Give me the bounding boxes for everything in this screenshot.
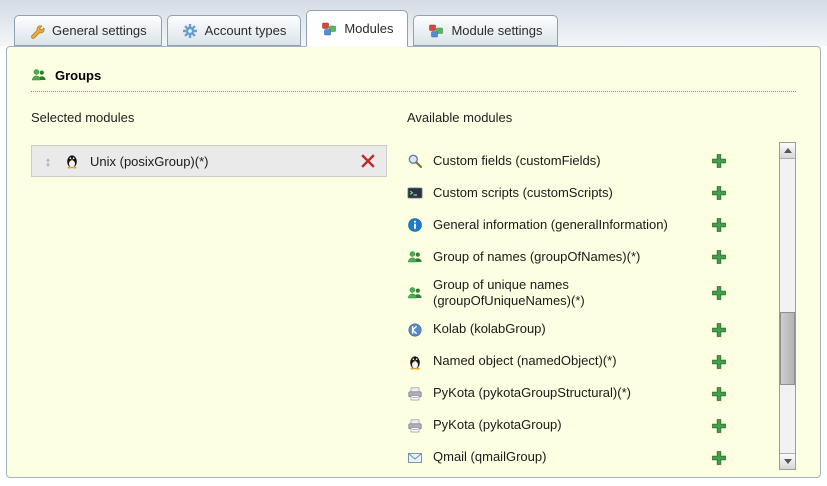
available-modules-list: Custom fields (customFields) Custom scri… [407,145,796,474]
module-label: PyKota (pykotaGroup) [433,417,701,433]
wrench-icon [29,23,45,39]
tab-label: Modules [344,21,393,36]
up-arrow-icon [784,148,792,153]
selected-module-row[interactable]: ↕ Unix (posixGroup)(*) [31,145,387,177]
add-module-button[interactable] [711,386,727,402]
tab-general-settings[interactable]: General settings [14,15,162,46]
modules-panel: Groups Selected modules ↕ Unix (posixGro… [6,46,821,478]
available-module-row: Custom scripts (customScripts) [407,177,762,209]
plus-icon [711,386,727,402]
tab-label: Account types [205,23,287,38]
tab-module-settings[interactable]: Module settings [413,15,557,46]
add-module-button[interactable] [711,354,727,370]
printer-icon [407,418,423,434]
add-module-button[interactable] [711,185,727,201]
scroll-up-button[interactable] [780,143,795,159]
plus-icon [711,217,727,233]
module-label: PyKota (pykotaGroupStructural)(*) [433,385,701,401]
plus-icon [711,185,727,201]
available-modules-column: Available modules Custom fields (customF… [407,110,796,474]
module-label: Group of unique names (groupOfUniqueName… [433,277,701,310]
plus-icon [711,153,727,169]
available-module-row: Qmail (qmailGroup) [407,442,762,474]
available-module-row: Group of unique names (groupOfUniqueName… [407,273,762,314]
add-module-button[interactable] [711,285,727,301]
module-columns: Selected modules ↕ Unix (posixGroup)(*) … [31,110,796,474]
add-module-button[interactable] [711,418,727,434]
add-module-button[interactable] [711,249,727,265]
module-label: Group of names (groupOfNames)(*) [433,249,701,265]
plus-icon [711,322,727,338]
kolab-icon [407,322,423,338]
module-label: Custom scripts (customScripts) [433,185,701,201]
selected-modules-heading: Selected modules [31,110,387,125]
scrollbar-thumb[interactable] [780,312,795,385]
down-arrow-icon [784,459,792,464]
plus-icon [711,450,727,466]
group-icon [31,67,47,83]
magnifier-icon [407,153,423,169]
plus-icon [711,354,727,370]
available-module-row: Kolab (kolabGroup) [407,314,762,346]
group-icon [407,285,423,301]
module-label: General information (generalInformation) [433,217,701,233]
available-module-row: General information (generalInformation) [407,209,762,241]
scroll-down-button[interactable] [780,453,795,469]
tab-modules[interactable]: Modules [306,10,408,47]
modules-icon [321,21,337,37]
settings-tab-bar: General settings Account types Modules M… [14,9,558,46]
add-module-button[interactable] [711,322,727,338]
section-title: Groups [55,68,101,83]
tab-label: General settings [52,23,147,38]
printer-icon [407,386,423,402]
selected-module-label: Unix (posixGroup)(*) [90,154,350,169]
available-module-row: Custom fields (customFields) [407,145,762,177]
mail-icon [407,450,423,466]
tab-account-types[interactable]: Account types [167,15,302,46]
tux-icon [64,153,80,169]
available-module-row: Group of names (groupOfNames)(*) [407,241,762,273]
module-label: Kolab (kolabGroup) [433,321,701,337]
selected-modules-column: Selected modules ↕ Unix (posixGroup)(*) [31,110,387,474]
plus-icon [711,418,727,434]
group-icon [407,249,423,265]
modules-icon [428,23,444,39]
tab-label: Module settings [451,23,542,38]
available-module-row: PyKota (pykotaGroup) [407,410,762,442]
module-label: Custom fields (customFields) [433,153,701,169]
delete-x-icon [360,153,376,169]
module-label: Qmail (qmailGroup) [433,449,701,465]
available-modules-scrollbar[interactable] [779,142,796,470]
groups-section-header: Groups [31,67,796,92]
available-module-row: PyKota (pykotaGroupStructural)(*) [407,378,762,410]
plus-icon [711,249,727,265]
scrollbar-track[interactable] [780,159,795,453]
available-modules-heading: Available modules [407,110,796,125]
terminal-icon [407,185,423,201]
delete-module-button[interactable] [360,153,376,169]
add-module-button[interactable] [711,153,727,169]
gear-icon [182,23,198,39]
drag-handle-icon[interactable]: ↕ [42,154,54,169]
info-icon [407,217,423,233]
add-module-button[interactable] [711,450,727,466]
tux-icon [407,354,423,370]
available-module-row: Named object (namedObject)(*) [407,346,762,378]
add-module-button[interactable] [711,217,727,233]
module-label: Named object (namedObject)(*) [433,353,701,369]
plus-icon [711,285,727,301]
